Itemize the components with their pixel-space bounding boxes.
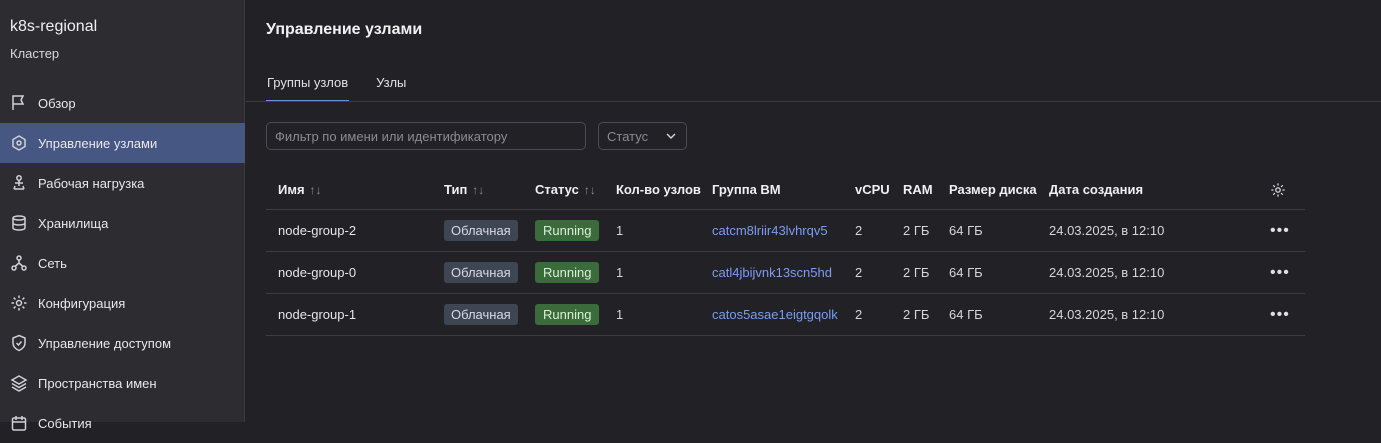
sidebar-item-label: Обзор bbox=[38, 95, 76, 111]
column-header-vm-group: Группа ВМ bbox=[712, 182, 781, 197]
tab-nodes[interactable]: Узлы bbox=[375, 66, 407, 102]
gear-icon bbox=[1271, 182, 1285, 197]
column-header-name[interactable]: Имя ↑↓ bbox=[278, 170, 322, 209]
filter-input[interactable] bbox=[266, 122, 586, 150]
node-group-name: node-group-2 bbox=[278, 223, 357, 238]
sidebar-item-label: Сеть bbox=[38, 255, 67, 271]
disk-value: 64 ГБ bbox=[949, 265, 983, 280]
row-actions-button[interactable]: ••• bbox=[1270, 294, 1290, 335]
node-group-name: node-group-1 bbox=[278, 307, 357, 322]
calendar-icon bbox=[10, 414, 28, 432]
table-row[interactable]: node-group-0 Облачная Running 1 catl4jbi… bbox=[266, 252, 1305, 294]
column-header-created: Дата создания bbox=[1049, 182, 1144, 197]
sort-icon[interactable]: ↑↓ bbox=[310, 183, 322, 197]
ram-value: 2 ГБ bbox=[903, 223, 930, 238]
created-date: 24.03.2025, в 12:10 bbox=[1049, 265, 1165, 280]
sidebar-item-label: Пространства имен bbox=[38, 375, 157, 391]
nodes-icon bbox=[10, 134, 28, 152]
vm-group-link[interactable]: catl4jbijvnk13scn5hd bbox=[712, 252, 832, 293]
created-date: 24.03.2025, в 12:10 bbox=[1049, 307, 1165, 322]
column-header-ram: RAM bbox=[903, 182, 933, 197]
sidebar-item-storage[interactable]: Хранилища bbox=[0, 203, 245, 243]
node-count: 1 bbox=[616, 223, 624, 238]
sidebar-item-label: Управление доступом bbox=[38, 335, 172, 351]
sidebar-item-workload[interactable]: Рабочая нагрузка bbox=[0, 163, 245, 203]
tab-node-groups[interactable]: Группы узлов bbox=[266, 66, 350, 102]
row-actions-button[interactable]: ••• bbox=[1270, 210, 1290, 251]
column-header-status[interactable]: Статус ↑↓ bbox=[535, 170, 596, 209]
type-badge: Облачная bbox=[444, 220, 518, 241]
sidebar: k8s-regional Кластер Обзор Управление уз… bbox=[0, 0, 245, 431]
sidebar-item-network[interactable]: Сеть bbox=[0, 243, 245, 283]
node-groups-table: Имя ↑↓ Тип ↑↓ Статус ↑↓ Кол-во узлов Группа… bbox=[266, 170, 1305, 336]
vcpu-value: 2 bbox=[855, 265, 863, 280]
sidebar-item-events[interactable]: События bbox=[0, 403, 245, 443]
table-header: Имя ↑↓ Тип ↑↓ Статус ↑↓ Кол-во узлов Группа… bbox=[266, 170, 1305, 210]
sidebar-item-access-management[interactable]: Управление доступом bbox=[0, 323, 245, 363]
main-content: Управление узлами Группы узлов Узлы Стат… bbox=[246, 0, 1381, 422]
flag-icon bbox=[10, 94, 28, 112]
database-icon bbox=[10, 214, 28, 232]
column-header-vcpu: vCPU bbox=[855, 182, 890, 197]
layers-icon bbox=[10, 374, 28, 392]
type-badge: Облачная bbox=[444, 262, 518, 283]
table-row[interactable]: node-group-1 Облачная Running 1 catos5as… bbox=[266, 294, 1305, 336]
status-badge: Running bbox=[535, 262, 600, 283]
table-row[interactable]: node-group-2 Облачная Running 1 catcm8lr… bbox=[266, 210, 1305, 252]
cluster-name: k8s-regional bbox=[10, 18, 98, 35]
column-header-type[interactable]: Тип ↑↓ bbox=[444, 170, 484, 209]
cluster-subtitle: Кластер bbox=[10, 46, 60, 61]
status-select[interactable]: Статус bbox=[598, 122, 687, 150]
sidebar-item-label: Рабочая нагрузка bbox=[38, 175, 145, 191]
sidebar-item-namespaces[interactable]: Пространства имен bbox=[0, 363, 245, 403]
vm-group-link[interactable]: catcm8lriir43lvhrqv5 bbox=[712, 210, 828, 251]
shield-icon bbox=[10, 334, 28, 352]
sort-icon[interactable]: ↑↓ bbox=[584, 183, 596, 197]
vcpu-value: 2 bbox=[855, 307, 863, 322]
column-header-count: Кол-во узлов bbox=[616, 182, 701, 197]
sidebar-item-label: События bbox=[38, 415, 92, 431]
row-actions-button[interactable]: ••• bbox=[1270, 252, 1290, 293]
sidebar-item-overview[interactable]: Обзор bbox=[0, 83, 245, 123]
table-settings-button[interactable] bbox=[1270, 170, 1286, 209]
sidebar-item-label: Управление узлами bbox=[38, 135, 158, 151]
sidebar-nav: Обзор Управление узлами Рабочая нагрузка… bbox=[0, 83, 245, 443]
status-badge: Running bbox=[535, 220, 600, 241]
disk-value: 64 ГБ bbox=[949, 307, 983, 322]
node-count: 1 bbox=[616, 265, 624, 280]
type-badge: Облачная bbox=[444, 304, 518, 325]
ram-value: 2 ГБ bbox=[903, 265, 930, 280]
status-badge: Running bbox=[535, 304, 600, 325]
gear-icon bbox=[10, 294, 28, 312]
vm-group-link[interactable]: catos5asae1eigtgqolk bbox=[712, 294, 838, 335]
column-header-disk: Размер диска bbox=[949, 182, 1037, 197]
node-count: 1 bbox=[616, 307, 624, 322]
network-icon bbox=[10, 254, 28, 272]
created-date: 24.03.2025, в 12:10 bbox=[1049, 223, 1165, 238]
disk-value: 64 ГБ bbox=[949, 223, 983, 238]
sidebar-item-label: Конфигурация bbox=[38, 295, 126, 311]
status-select-placeholder: Статус bbox=[607, 128, 649, 144]
vcpu-value: 2 bbox=[855, 223, 863, 238]
node-group-name: node-group-0 bbox=[278, 265, 357, 280]
workload-icon bbox=[10, 174, 28, 192]
sidebar-item-label: Хранилища bbox=[38, 215, 109, 231]
tabs-divider bbox=[246, 101, 1381, 102]
chevron-down-icon bbox=[666, 133, 676, 140]
sidebar-item-configuration[interactable]: Конфигурация bbox=[0, 283, 245, 323]
tabs: Группы узлов Узлы bbox=[266, 66, 433, 102]
page-title: Управление узлами bbox=[266, 21, 423, 38]
sidebar-item-node-management[interactable]: Управление узлами bbox=[0, 123, 245, 163]
sort-icon[interactable]: ↑↓ bbox=[472, 183, 484, 197]
ram-value: 2 ГБ bbox=[903, 307, 930, 322]
